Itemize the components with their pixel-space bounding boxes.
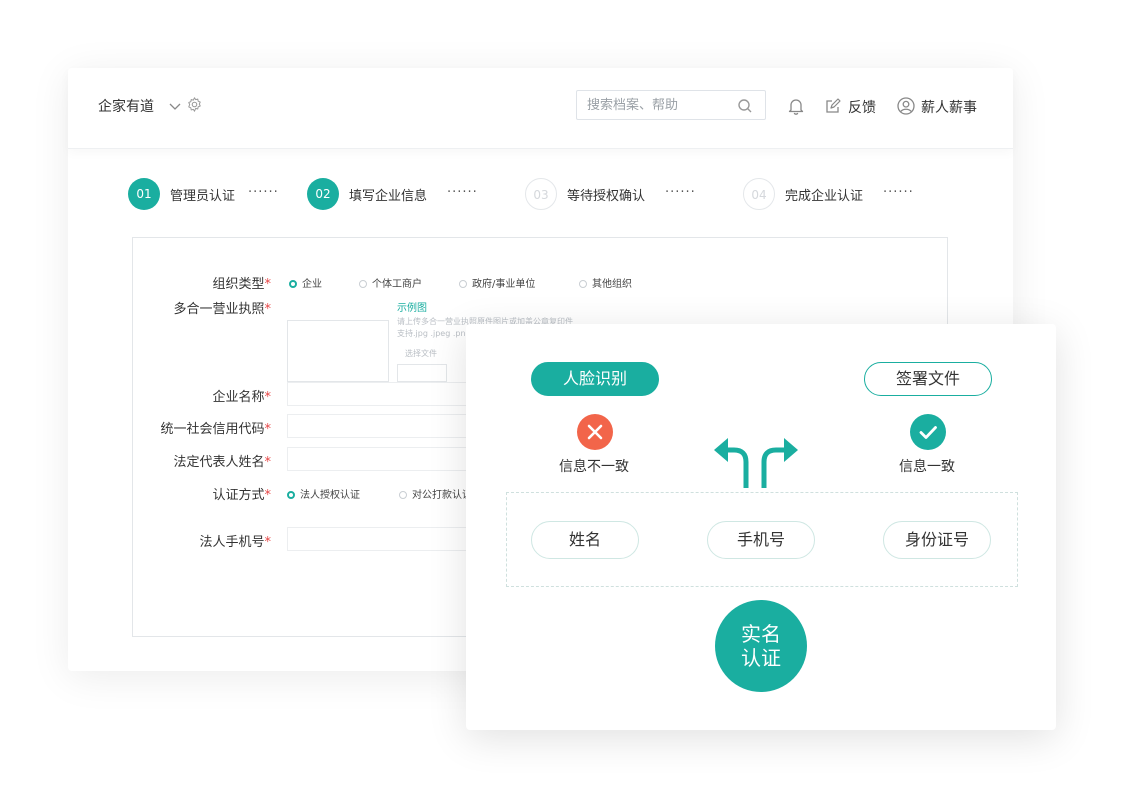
split-arrows-icon xyxy=(706,428,816,492)
search-input[interactable] xyxy=(587,96,727,114)
radio-org-government[interactable]: 政府/事业单位 xyxy=(459,275,535,290)
step-separator: ······ xyxy=(248,185,279,200)
choose-file-button[interactable] xyxy=(397,364,447,382)
brand-name[interactable]: 企家有道 xyxy=(98,96,154,116)
step-number: 01 xyxy=(128,178,160,210)
radio-auth-transfer[interactable]: 对公打款认证 xyxy=(399,486,472,501)
feedback-icon[interactable] xyxy=(825,98,841,118)
radio-selected-icon xyxy=(289,280,297,288)
radio-org-individual[interactable]: 个体工商户 xyxy=(359,275,422,290)
step-label: 完成企业认证 xyxy=(785,189,864,204)
choose-file-label: 选择文件 xyxy=(405,349,437,358)
step-number: 03 xyxy=(525,178,557,210)
user-menu[interactable]: 薪人薪事 xyxy=(921,97,977,117)
step-1: 01 管理员认证 ······ xyxy=(128,178,308,210)
radio-auth-legal[interactable]: 法人授权认证 xyxy=(287,486,360,501)
radio-selected-icon xyxy=(287,491,295,499)
realname-auth-badge: 实名 认证 xyxy=(715,600,807,692)
step-label: 管理员认证 xyxy=(170,189,236,204)
field-pill-phone: 手机号 xyxy=(707,521,815,559)
match-label: 信息一致 xyxy=(899,459,955,475)
search-box xyxy=(576,90,766,120)
license-label: 多合一营业执照* xyxy=(173,302,271,317)
field-pill-idcard: 身份证号 xyxy=(883,521,991,559)
radio-icon xyxy=(359,280,367,288)
user-avatar-icon[interactable] xyxy=(897,97,915,119)
check-icon xyxy=(910,414,946,450)
license-upload-area[interactable] xyxy=(287,320,389,382)
step-label: 等待授权确认 xyxy=(567,189,646,204)
realname-auth-diagram: 人脸识别 签署文件 信息不一致 信息一致 姓名 手机号 身份证号 实名 认证 xyxy=(466,324,1056,730)
legal-rep-label: 法定代表人姓名* xyxy=(173,455,271,470)
radio-org-enterprise[interactable]: 企业 xyxy=(289,275,322,290)
field-pill-name: 姓名 xyxy=(531,521,639,559)
auth-method-label: 认证方式* xyxy=(212,488,271,503)
close-icon xyxy=(577,414,613,450)
radio-icon xyxy=(399,491,407,499)
sample-image-link[interactable]: 示例图 xyxy=(397,299,427,314)
feedback-link[interactable]: 反馈 xyxy=(848,97,876,117)
mismatch-label: 信息不一致 xyxy=(559,459,629,475)
step-label: 填写企业信息 xyxy=(349,189,428,204)
radio-icon xyxy=(579,280,587,288)
company-name-label: 企业名称* xyxy=(212,390,271,405)
step-2: 02 填写企业信息 ······ xyxy=(307,178,507,210)
chevron-down-icon[interactable] xyxy=(168,98,182,117)
radio-org-other[interactable]: 其他组织 xyxy=(579,275,632,290)
step-separator: ······ xyxy=(883,185,914,200)
step-separator: ······ xyxy=(447,185,478,200)
legal-phone-label: 法人手机号* xyxy=(199,535,271,550)
step-3: 03 等待授权确认 ······ xyxy=(525,178,725,210)
face-recognition-pill: 人脸识别 xyxy=(531,362,659,396)
search-icon[interactable] xyxy=(737,98,753,118)
top-bar: 企家有道 反馈 薪人薪事 xyxy=(68,68,1013,149)
radio-icon xyxy=(459,280,467,288)
step-separator: ······ xyxy=(665,185,696,200)
credit-code-label: 统一社会信用代码* xyxy=(160,422,271,437)
step-number: 02 xyxy=(307,178,339,210)
bell-icon[interactable] xyxy=(788,97,804,119)
org-type-label: 组织类型* xyxy=(212,277,271,292)
sign-document-pill: 签署文件 xyxy=(864,362,992,396)
step-number: 04 xyxy=(743,178,775,210)
step-4: 04 完成企业认证 ······ xyxy=(743,178,943,210)
gear-icon[interactable] xyxy=(186,96,203,117)
